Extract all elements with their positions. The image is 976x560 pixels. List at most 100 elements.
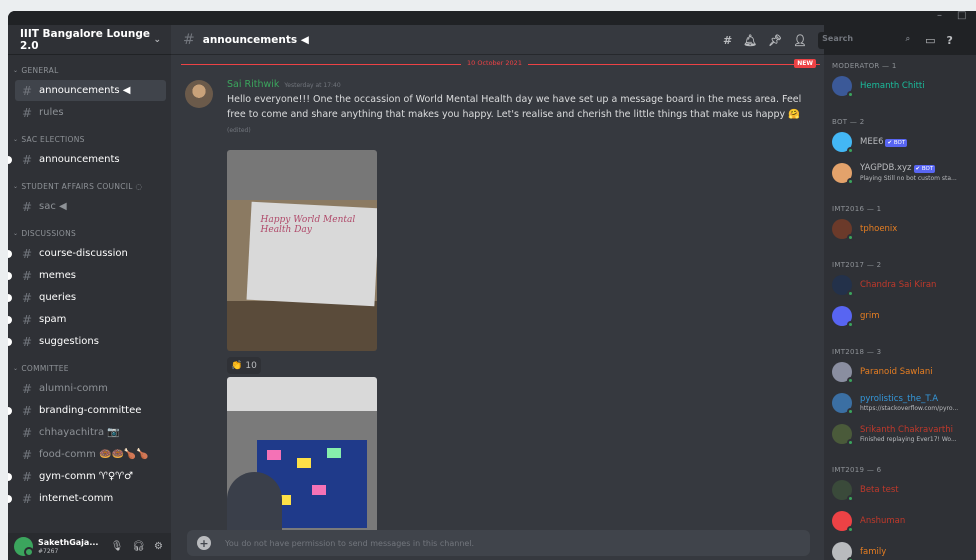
member-item[interactable]: Hemanth Chitti [824,70,976,101]
member-item[interactable]: pyrolistics_the_T.A https://stackoverflow… [824,387,976,418]
discord-window: – □ IIIT Bangalore Lounge 2.0 ⌄ ⌄ General… [8,11,976,560]
author-name[interactable]: Sai Rithwik [227,79,279,90]
channel-item[interactable]: # alumni-comm [15,378,166,399]
channel-name: sac ◀ [39,201,67,212]
channel-item[interactable]: # announcements ◀ [15,80,166,101]
channel-item[interactable]: # spam [8,309,166,330]
member-name: Paranoid Sawlani [860,367,933,377]
category-header[interactable]: ⌄ Discussions [8,224,171,242]
attachment-image-2[interactable] [227,377,377,548]
member-item[interactable]: grim [824,300,976,331]
hashtag-icon: # [22,425,33,440]
hashtag-icon: # [22,83,33,98]
channel-name: rules [39,107,64,118]
search-input[interactable]: Search ⌕ [818,32,915,49]
channel-item[interactable]: # memes [8,265,166,286]
member-item[interactable]: Anshuman [824,505,976,536]
member-avatar [832,510,854,533]
channel-item[interactable]: # course-discussion [8,243,166,264]
pin-icon[interactable]: 📌︎ [768,34,782,47]
member-activity: Finished replaying Ever17! Wo... [860,435,957,443]
channel-item[interactable]: # sac ◀ [15,196,166,217]
chevron-down-icon: ⌄ [13,135,19,143]
member-info: Chandra Sai Kiran [860,279,936,290]
member-item[interactable]: YAGPDB.xyz ✔ BOT Playing Still no bot cust… [824,157,976,188]
member-avatar [832,218,854,241]
member-avatar [832,131,854,154]
channel-name: announcements ◀ [39,85,131,96]
member-list-icon[interactable]: 👤︎ [793,34,807,47]
member-item[interactable]: Srikanth Chakravarthi Finished replaying … [824,418,976,449]
maximize-button[interactable]: □ [957,11,966,21]
category-header[interactable]: ⌄ Committee [8,359,171,377]
unread-indicator [8,473,12,481]
member-avatar [832,305,854,328]
hashtag-icon: # [22,290,33,305]
server-header[interactable]: IIIT Bangalore Lounge 2.0 ⌄ [8,25,171,55]
unread-indicator [8,294,12,302]
bell-icon[interactable]: 🔔︎ [743,34,757,47]
bot-badge: ✔ BOT [885,138,908,147]
member-info: Hemanth Chitti [860,80,925,91]
member-info: Paranoid Sawlani [860,366,933,377]
unread-indicator [8,316,12,324]
reaction-button[interactable]: 👏 10 [227,357,261,374]
member-item[interactable]: Beta test [824,474,976,505]
member-avatar [832,75,854,98]
member-avatar [832,541,854,560]
status-indicator [847,320,854,328]
channel-item[interactable]: # queries [8,287,166,308]
gear-icon[interactable]: ⚙ [154,541,163,552]
member-item[interactable]: Paranoid Sawlani [824,356,976,387]
member-item[interactable]: tphoenix [824,213,976,244]
channel-item[interactable]: # rules [15,102,166,123]
threads-icon[interactable]: # [723,34,732,47]
category-header[interactable]: ⌄ SAC Elections [8,130,171,148]
channel-item[interactable]: # announcements [8,149,166,170]
reaction-count: 10 [245,360,257,371]
member-name: pyrolistics_the_T.A [860,393,939,404]
member-item[interactable]: Chandra Sai Kiran [824,269,976,300]
message-board-photo: Happy World Mental Health Day [246,201,377,307]
channel-item[interactable]: # suggestions [8,331,166,352]
hashtag-icon: # [22,105,33,120]
channel-name: chhayachitra 📷 [39,427,120,438]
channel-item[interactable]: # branding-committee [8,400,166,421]
inbox-icon[interactable]: ▭ [925,34,935,47]
plus-icon[interactable]: + [197,536,211,550]
chevron-down-icon: ⌄ [13,364,19,372]
help-icon[interactable]: ? [947,34,953,47]
channel-item[interactable]: # chhayachitra 📷 [15,422,166,443]
member-avatar [832,162,854,185]
new-badge: NEW [794,59,816,68]
hashtag-icon: # [22,403,33,418]
attachment-image-1[interactable]: Happy World Mental Health Day [227,150,377,351]
channel-item[interactable]: # internet-comm [8,488,166,509]
channel-name: spam [39,314,67,325]
channel-item[interactable]: # food-comm 🍩🍩🍗🍗 [15,444,166,465]
member-group-header: IMT2016 — 1 [832,205,882,213]
category-header[interactable]: ⌄ General [8,61,171,79]
member-name: MEE6 [860,136,884,147]
member-name: YAGPDB.xyz [860,163,912,173]
status-indicator [847,289,854,297]
channel-item[interactable]: # gym-comm ♈♀♈♂ [8,466,166,487]
member-item[interactable]: family [824,536,976,560]
member-activity: Playing Still no bot custom sta... [860,175,957,182]
hashtag-icon: # [22,447,33,462]
member-group-header: MODERATOR — 1 [832,62,897,70]
member-item[interactable]: MEE6 ✔ BOT [824,126,976,157]
headphones-icon[interactable]: 🎧︎ [132,541,145,552]
category-name: Discussions [21,228,77,238]
member-group-header: IMT2019 — 6 [832,466,882,474]
minimize-button[interactable]: – [937,11,942,21]
category-header[interactable]: ⌄ Student Affairs Council ◌ [8,177,171,195]
member-name: Beta test [860,485,899,495]
microphone-icon[interactable]: 🎙︎ [111,541,124,552]
avatar[interactable] [14,537,34,557]
chevron-down-icon: ⌄ [13,66,19,74]
author-avatar[interactable] [185,80,213,108]
hashtag-icon: # [22,312,33,327]
message-composer[interactable]: + You do not have permission to send mes… [187,530,810,556]
channel-title: announcements ◀ [202,33,309,46]
